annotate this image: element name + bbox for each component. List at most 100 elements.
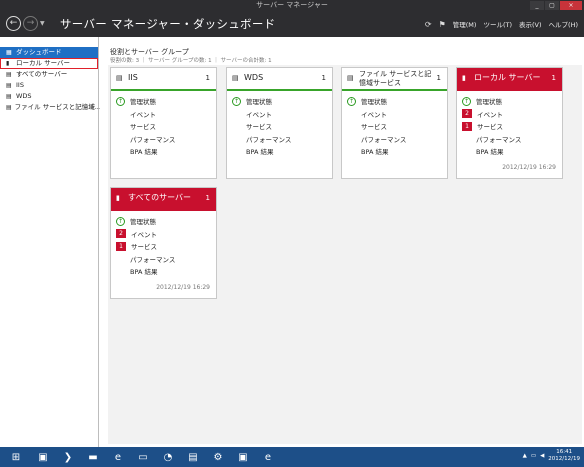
- expand-arrow-icon[interactable]: ▶: [91, 102, 95, 113]
- window-titlebar: サーバー マネージャー _ ▢ ×: [0, 0, 584, 11]
- sidebar-item-label: ローカル サーバー: [16, 59, 71, 67]
- row-label: BPA 結果: [130, 268, 158, 277]
- menu-tools[interactable]: ツール(T): [483, 19, 512, 29]
- cmd-icon[interactable]: ▬: [82, 449, 104, 465]
- section-subtitle: 役割の数: 3 ｜ サーバー グループの数: 1 ｜ サーバーの合計数: 1: [110, 58, 272, 64]
- sidebar-item-iis[interactable]: ▤ IIS: [0, 80, 98, 91]
- sidebar-item-all-servers[interactable]: ▤ すべてのサーバー: [0, 69, 98, 80]
- server-manager-icon[interactable]: ▣: [32, 449, 54, 465]
- remote-desktop-icon[interactable]: ▣: [232, 449, 254, 465]
- sidebar-item-dashboard[interactable]: ▦ ダッシュボード: [0, 47, 98, 58]
- tile-row-manageability[interactable]: ↑ 管理状態: [347, 95, 447, 108]
- tile-row-performance[interactable]: パフォーマンス: [116, 253, 216, 266]
- tile-all-servers[interactable]: ▮ すべてのサーバー 1 ↑ 管理状態 2 イベント 1 サービス パフォーマンス B…: [110, 187, 217, 299]
- tile-row-services[interactable]: 1 サービス: [116, 240, 216, 253]
- iis-manager-icon[interactable]: ▤: [182, 449, 204, 465]
- alert-count-badge: 2: [462, 109, 472, 119]
- row-label: パフォーマンス: [361, 135, 407, 144]
- tile-row-events[interactable]: イベント: [232, 108, 332, 121]
- tile-row-bpa[interactable]: BPA 結果: [232, 145, 332, 158]
- tray-expand-icon[interactable]: ▲: [523, 453, 527, 459]
- sidebar-item-local-server[interactable]: ▮ ローカル サーバー: [0, 58, 98, 69]
- file-services-icon: ▤: [347, 74, 354, 82]
- tile-row-services[interactable]: 1 サービス: [462, 120, 562, 133]
- sidebar-item-file-services[interactable]: ▤ ファイル サービスと記憶域... ▶: [0, 102, 101, 113]
- volume-icon[interactable]: ◀: [540, 453, 544, 459]
- tile-row-manageability[interactable]: ↑ 管理状態: [232, 95, 332, 108]
- network-icon[interactable]: ▭: [531, 453, 536, 459]
- tile-row-services[interactable]: サービス: [347, 120, 447, 133]
- window-controls: _ ▢ ×: [530, 0, 582, 10]
- maximize-button[interactable]: ▢: [545, 1, 559, 10]
- tile-timestamp: 2012/12/19 16:29: [156, 284, 210, 291]
- services-icon[interactable]: ⚙: [207, 449, 229, 465]
- tile-row-events[interactable]: イベント: [116, 108, 216, 121]
- tile-row-bpa[interactable]: BPA 結果: [116, 145, 216, 158]
- tile-title: ファイル サービスと記憶域サービス: [359, 70, 432, 87]
- sidebar-item-wds[interactable]: ▤ WDS: [0, 91, 98, 102]
- tile-header[interactable]: ▤ ファイル サービスと記憶域サービス 1: [342, 68, 447, 91]
- tile-row-performance[interactable]: パフォーマンス: [347, 133, 447, 146]
- row-label: イベント: [131, 230, 157, 239]
- start-button[interactable]: ⊞: [3, 449, 29, 465]
- tile-row-events[interactable]: イベント: [347, 108, 447, 121]
- clock-time: 16:41: [556, 449, 573, 455]
- clock[interactable]: 16:41 2012/12/19: [548, 449, 580, 463]
- tile-row-services[interactable]: サービス: [232, 120, 332, 133]
- tile-local-server[interactable]: ▮ ローカル サーバー 1 ↑ 管理状態 2 イベント 1 サービス パフォーマンス …: [456, 67, 563, 179]
- history-dropdown-icon[interactable]: ▼: [40, 20, 45, 27]
- tile-row-manageability[interactable]: ↑ 管理状態: [116, 215, 216, 228]
- refresh-icon[interactable]: ⟳: [425, 20, 432, 29]
- page-title: サーバー マネージャー・ダッシュボード: [60, 17, 276, 31]
- ie2-icon[interactable]: e: [257, 449, 279, 465]
- tile-row-bpa[interactable]: BPA 結果: [116, 265, 216, 278]
- tile-iis[interactable]: ▤ IIS 1 ↑ 管理状態 イベント サービス パフォーマンス BPA 結果: [110, 67, 217, 179]
- row-label: イベント: [361, 110, 387, 119]
- explorer-icon[interactable]: ▭: [132, 449, 154, 465]
- menu-view[interactable]: 表示(V): [519, 19, 542, 29]
- tile-header[interactable]: ▤ IIS 1: [111, 68, 216, 91]
- clock-date: 2012/12/19: [548, 456, 580, 462]
- servers-icon: ▤: [6, 70, 12, 78]
- tile-count: 1: [436, 74, 441, 82]
- alert-count-badge: 1: [116, 241, 126, 251]
- tile-count: 1: [205, 74, 210, 82]
- menu-manage[interactable]: 管理(M): [453, 19, 477, 29]
- flag-icon[interactable]: ⚑: [439, 20, 446, 29]
- row-label: パフォーマンス: [476, 135, 522, 144]
- tile-row-performance[interactable]: パフォーマンス: [462, 133, 562, 146]
- close-button[interactable]: ×: [560, 1, 582, 10]
- ie-icon[interactable]: e: [107, 449, 129, 465]
- forward-button[interactable]: →: [23, 16, 38, 31]
- iis-icon: ▤: [116, 74, 123, 82]
- back-button[interactable]: ←: [6, 16, 21, 31]
- sidebar-item-label: すべてのサーバー: [16, 70, 68, 78]
- dashboard-icon: ▦: [6, 48, 12, 56]
- clock-app-icon[interactable]: ◔: [157, 449, 179, 465]
- powershell-icon[interactable]: ❯: [57, 449, 79, 465]
- tile-file-services[interactable]: ▤ ファイル サービスと記憶域サービス 1 ↑ 管理状態 イベント サービス パフ…: [341, 67, 448, 179]
- tile-row-events[interactable]: 2 イベント: [462, 108, 562, 121]
- tile-row-manageability[interactable]: ↑ 管理状態: [116, 95, 216, 108]
- tile-row-bpa[interactable]: BPA 結果: [462, 145, 562, 158]
- system-tray: ▲ ▭ ◀ 16:41 2012/12/19: [523, 449, 580, 463]
- tile-row-manageability[interactable]: ↑ 管理状態: [462, 95, 562, 108]
- tile-row-services[interactable]: サービス: [116, 120, 216, 133]
- row-label: サービス: [477, 123, 503, 132]
- tile-row-bpa[interactable]: BPA 結果: [347, 145, 447, 158]
- menu-help[interactable]: ヘルプ(H): [549, 19, 578, 29]
- tile-row-performance[interactable]: パフォーマンス: [232, 133, 332, 146]
- tile-row-events[interactable]: 2 イベント: [116, 228, 216, 241]
- row-label: サービス: [246, 123, 272, 132]
- ok-icon: ↑: [347, 96, 356, 106]
- tile-header[interactable]: ▤ WDS 1: [227, 68, 332, 91]
- tile-wds[interactable]: ▤ WDS 1 ↑ 管理状態 イベント サービス パフォーマンス BPA 結果: [226, 67, 333, 179]
- tile-header[interactable]: ▮ ローカル サーバー 1: [457, 68, 562, 91]
- tile-row-performance[interactable]: パフォーマンス: [116, 133, 216, 146]
- tile-timestamp: 2012/12/19 16:29: [502, 164, 556, 171]
- sidebar: ▦ ダッシュボード ▮ ローカル サーバー ▤ すべてのサーバー ▤ IIS ▤…: [0, 37, 101, 447]
- minimize-button[interactable]: _: [530, 1, 544, 10]
- tile-header[interactable]: ▮ すべてのサーバー 1: [111, 188, 216, 211]
- row-label: パフォーマンス: [130, 135, 176, 144]
- app-header: ← → ▼ サーバー マネージャー・ダッシュボード ⟳ ⚑ 管理(M) ツール(…: [0, 11, 584, 37]
